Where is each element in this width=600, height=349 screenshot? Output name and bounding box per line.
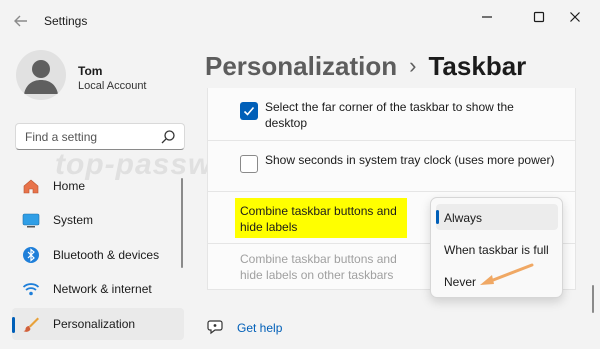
show-seconds-label: Show seconds in system tray clock (uses … xyxy=(265,153,555,167)
brush-icon xyxy=(22,315,40,333)
sidebar-item-label: Bluetooth & devices xyxy=(53,248,160,262)
selected-indicator xyxy=(436,210,439,224)
breadcrumb: Personalization › Taskbar xyxy=(205,51,526,82)
account-type: Local Account xyxy=(78,80,147,92)
sidebar-item-label: Personalization xyxy=(53,317,136,331)
dropdown-option-label: Never xyxy=(444,275,477,289)
home-icon xyxy=(22,177,40,195)
dropdown-option-when-full[interactable]: When taskbar is full xyxy=(436,236,558,262)
window-title: Settings xyxy=(44,14,88,28)
page-title: Taskbar xyxy=(428,51,527,81)
sidebar-scrollbar[interactable] xyxy=(181,178,183,268)
sidebar-item-label: Network & internet xyxy=(53,282,152,296)
breadcrumb-parent[interactable]: Personalization xyxy=(205,51,397,81)
divider xyxy=(207,191,576,192)
avatar[interactable] xyxy=(16,50,66,100)
maximize-icon[interactable] xyxy=(530,8,548,26)
help-icon[interactable] xyxy=(207,318,225,336)
search-placeholder: Find a setting xyxy=(25,130,98,144)
dropdown-option-always[interactable]: Always xyxy=(436,204,558,230)
active-indicator xyxy=(12,317,15,333)
bluetooth-icon xyxy=(22,246,40,264)
title-bar: Settings xyxy=(0,0,600,40)
minimize-icon[interactable] xyxy=(478,8,496,26)
sidebar-item-label: System xyxy=(53,213,94,227)
show-seconds-checkbox[interactable] xyxy=(240,155,258,173)
dropdown-option-label: Always xyxy=(444,211,483,225)
divider xyxy=(207,140,576,141)
user-name: Tom xyxy=(78,64,103,78)
close-icon[interactable] xyxy=(566,8,584,26)
combine-buttons-label: Combine taskbar buttons and hide labels xyxy=(235,198,407,238)
search-icon[interactable] xyxy=(160,129,176,145)
breadcrumb-separator: › xyxy=(409,53,417,78)
back-arrow-icon[interactable] xyxy=(12,12,30,30)
annotation-arrow-icon xyxy=(480,263,534,285)
sidebar-item-personalization[interactable]: Personalization xyxy=(12,308,184,340)
sidebar-item-home[interactable]: Home xyxy=(12,170,184,202)
sidebar-item-network[interactable]: Network & internet xyxy=(12,273,184,305)
far-corner-checkbox[interactable] xyxy=(240,102,258,120)
search-input[interactable]: Find a setting xyxy=(15,123,185,150)
sidebar-item-system[interactable]: System xyxy=(12,204,184,236)
far-corner-label: Select the far corner of the taskbar to … xyxy=(265,100,514,130)
content-scrollbar[interactable] xyxy=(592,285,594,313)
sidebar-item-bluetooth[interactable]: Bluetooth & devices xyxy=(12,239,184,271)
monitor-icon xyxy=(22,211,40,229)
combine-other-taskbars-label: Combine taskbar buttons and hide labels … xyxy=(240,252,397,282)
sidebar-item-label: Home xyxy=(53,179,86,193)
get-help-link[interactable]: Get help xyxy=(237,321,282,335)
wifi-icon xyxy=(22,280,40,298)
dropdown-option-label: When taskbar is full xyxy=(444,243,549,257)
